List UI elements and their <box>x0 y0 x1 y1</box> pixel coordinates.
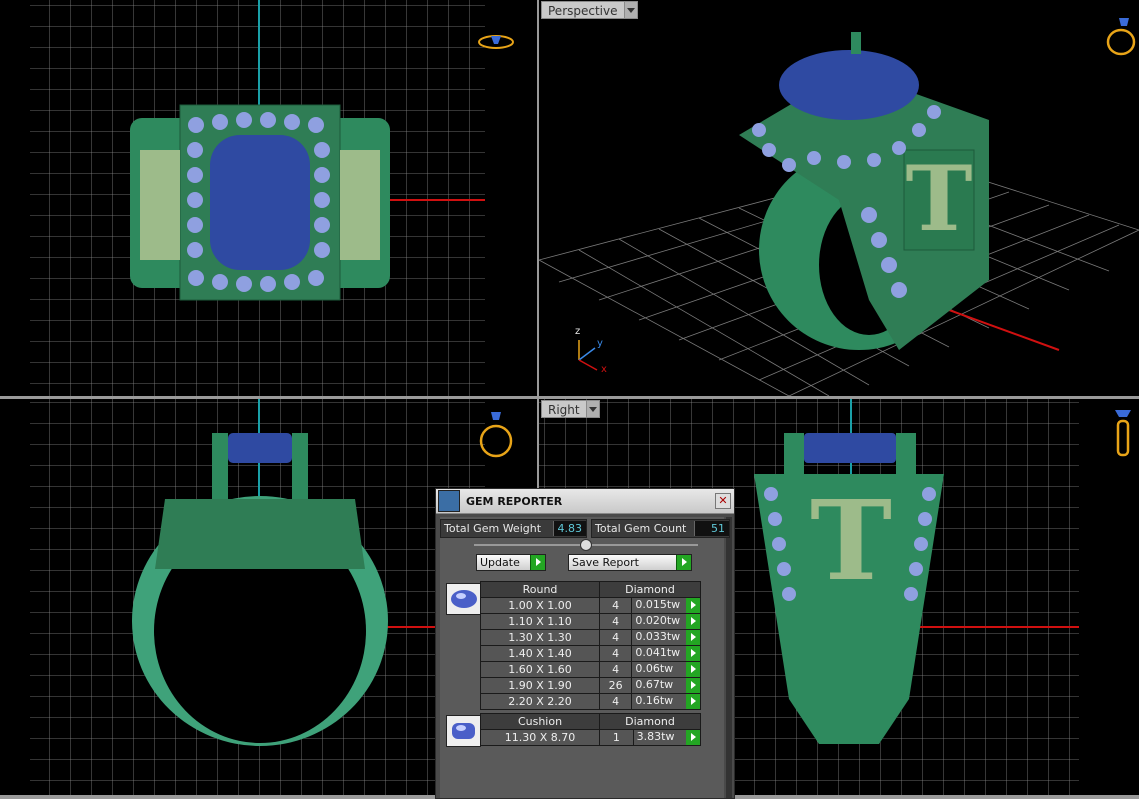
viewport-perspective[interactable]: T z y x Perspective <box>539 0 1139 396</box>
total-gem-weight-value: 4.83 <box>552 521 586 536</box>
ring-nav-icon[interactable] <box>476 409 516 459</box>
round-gem-icon <box>446 583 481 615</box>
table-row[interactable]: 11.30 X 8.70 1 3.83tw <box>480 729 702 746</box>
total-gem-weight: Total Gem Weight 4.83 <box>440 519 587 538</box>
perspective-grid: T <box>539 32 1139 396</box>
axis-z-label: z <box>575 326 581 337</box>
gem-material-header: Diamond <box>599 581 701 598</box>
gem-count: 4 <box>598 645 633 662</box>
gem-weight: 0.67tw <box>635 678 674 691</box>
ring-nav-icon[interactable] <box>476 30 516 54</box>
gem-weight: 0.16tw <box>635 694 674 707</box>
cushion-gem-icon <box>446 715 481 747</box>
gem-weight: 0.020tw <box>635 614 681 627</box>
table-row: Round Diamond <box>480 581 701 598</box>
gem-weight: 0.06tw <box>635 662 674 675</box>
gem-reporter-title: GEM REPORTER <box>466 494 563 508</box>
gem-weight: 0.033tw <box>635 630 681 643</box>
close-button[interactable]: ✕ <box>715 493 731 509</box>
ring-nav-icon[interactable] <box>1105 14 1139 58</box>
gem-size: 1.30 X 1.30 <box>480 629 600 646</box>
gem-weight: 0.015tw <box>635 598 681 611</box>
gem-size: 1.90 X 1.90 <box>480 677 600 694</box>
ring-top-view <box>130 104 390 301</box>
table-row[interactable]: 1.40 X 1.40 4 0.041tw <box>480 645 701 662</box>
total-gem-count: Total Gem Count 51 <box>591 519 730 538</box>
viewport-grid <box>30 0 485 396</box>
gem-count: 4 <box>598 693 633 710</box>
ring-nav-icon[interactable] <box>1111 407 1135 459</box>
gem-count: 26 <box>598 677 633 694</box>
ring-perspective-view: T <box>739 32 989 350</box>
panel-slider[interactable] <box>474 539 698 551</box>
save-report-button[interactable]: Save Report <box>568 554 692 571</box>
axis-y-label: y <box>597 338 603 349</box>
update-button[interactable]: Update <box>476 554 546 571</box>
select-gem-button[interactable] <box>686 646 700 661</box>
gem-shape-header: Cushion <box>480 713 600 730</box>
axis-x-label: x <box>601 364 607 375</box>
gem-size: 11.30 X 8.70 <box>480 729 600 746</box>
select-gem-button[interactable] <box>686 694 700 709</box>
chevron-down-icon[interactable] <box>585 400 600 418</box>
table-row[interactable]: 1.30 X 1.30 4 0.033tw <box>480 629 701 646</box>
table-row[interactable]: 2.20 X 2.20 4 0.16tw <box>480 693 701 710</box>
gem-count: 4 <box>598 661 633 678</box>
total-gem-count-value: 51 <box>694 521 729 536</box>
viewport-top[interactable] <box>0 0 537 396</box>
gem-count: 1 <box>599 729 634 746</box>
table-row[interactable]: 1.10 X 1.10 4 0.020tw <box>480 613 701 630</box>
save-report-button-label: Save Report <box>569 555 676 570</box>
gem-reporter-icon <box>438 490 460 512</box>
round-gem-table: Round Diamond 1.00 X 1.00 4 0.015tw 1.10 X… <box>480 581 701 710</box>
gem-count: 4 <box>598 597 633 614</box>
gem-shape-header: Round <box>480 581 600 598</box>
gem-reporter-panel[interactable]: GEM REPORTER ✕ Total Gem Weight 4.83 Tot… <box>435 488 735 799</box>
select-gem-button[interactable] <box>686 678 700 693</box>
gem-material-header: Diamond <box>599 713 701 730</box>
gem-size: 2.20 X 2.20 <box>480 693 600 710</box>
gem-size: 1.40 X 1.40 <box>480 645 600 662</box>
table-row[interactable]: 1.00 X 1.00 4 0.015tw <box>480 597 701 614</box>
select-gem-button[interactable] <box>686 630 700 645</box>
cushion-gem-table: Cushion Diamond 11.30 X 8.70 1 3.83tw <box>480 713 702 746</box>
viewport-mode-text[interactable]: Right <box>541 400 586 418</box>
letter-t-emblem: T <box>810 476 892 605</box>
gem-reporter-titlebar[interactable]: GEM REPORTER ✕ <box>436 489 734 514</box>
chevron-down-icon[interactable] <box>623 1 638 19</box>
select-gem-button[interactable] <box>686 614 700 629</box>
select-gem-button[interactable] <box>686 662 700 677</box>
slider-knob[interactable] <box>580 539 592 551</box>
gem-weight: 3.83tw <box>636 730 675 743</box>
select-gem-button[interactable] <box>686 598 700 613</box>
select-gem-button[interactable] <box>686 730 700 745</box>
viewport-perspective-label[interactable]: Perspective <box>541 1 638 19</box>
table-row: Cushion Diamond <box>480 713 701 730</box>
total-gem-weight-label: Total Gem Weight <box>444 522 542 535</box>
gem-size: 1.10 X 1.10 <box>480 613 600 630</box>
gem-count: 4 <box>598 613 633 630</box>
play-arrow-icon <box>676 555 691 570</box>
play-arrow-icon <box>530 555 545 570</box>
total-gem-count-label: Total Gem Count <box>595 522 687 535</box>
viewport-right-label[interactable]: Right <box>541 400 600 418</box>
update-button-label: Update <box>477 555 530 570</box>
gem-count: 4 <box>598 629 633 646</box>
viewport-mode-text[interactable]: Perspective <box>541 1 624 19</box>
gem-weight: 0.041tw <box>635 646 681 659</box>
scrollbar[interactable] <box>726 517 732 798</box>
gem-size: 1.00 X 1.00 <box>480 597 600 614</box>
table-row[interactable]: 1.60 X 1.60 4 0.06tw <box>480 661 701 678</box>
table-row[interactable]: 1.90 X 1.90 26 0.67tw <box>480 677 701 694</box>
gem-size: 1.60 X 1.60 <box>480 661 600 678</box>
letter-t-emblem: T <box>906 146 973 252</box>
totals-row: Total Gem Weight 4.83 Total Gem Count 51 <box>440 519 730 538</box>
